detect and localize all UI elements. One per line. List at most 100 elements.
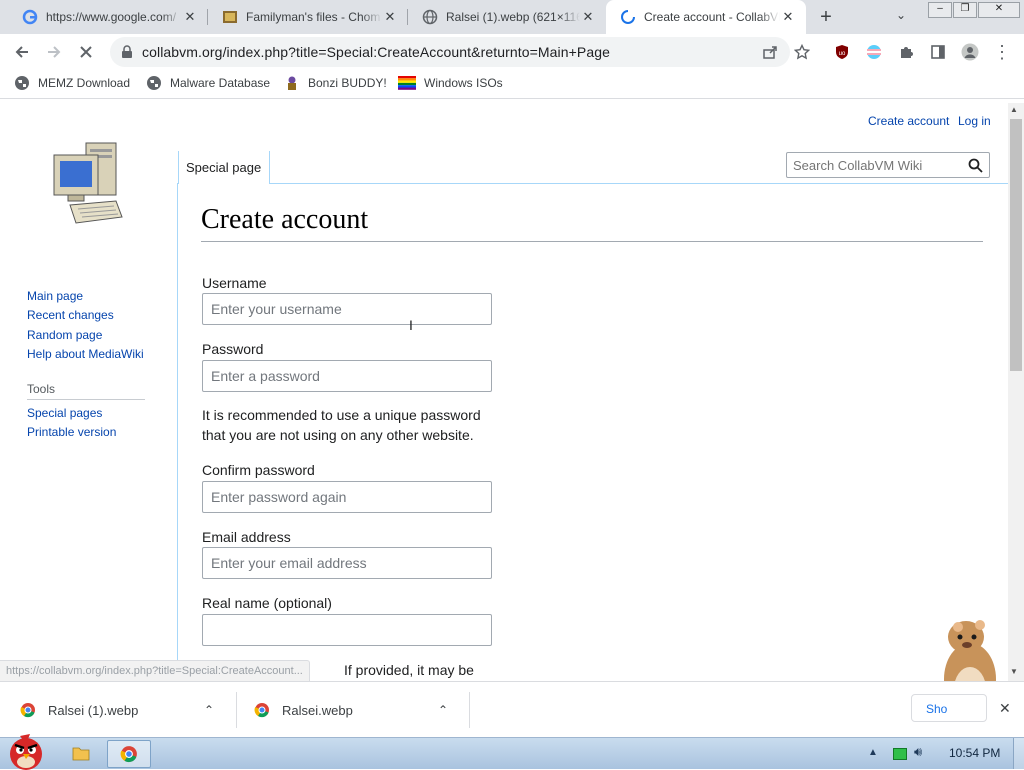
share-button[interactable] [754,34,786,70]
puzzle-icon [901,47,913,58]
extensions-button[interactable] [890,34,922,70]
address-bar[interactable]: collabvm.org/index.php?title=Special:Cre… [110,37,790,67]
forward-button[interactable] [38,34,70,70]
volume-icon[interactable]: 🔊︎ [914,744,922,760]
bookmark-bonzi[interactable]: Bonzi BUDDY! [284,75,387,91]
profile-button[interactable] [954,34,986,70]
tab-title: Create account - CollabVM [644,10,780,24]
download-item[interactable]: Ralsei.webp ⌃ [254,682,464,738]
bookmark-star-button[interactable] [786,34,818,70]
chevron-up-icon[interactable]: ⌃ [438,703,448,717]
stop-x-icon [80,46,92,58]
divider [469,692,470,728]
taskbar-explorer[interactable] [66,741,96,765]
tab-google[interactable]: https://www.google.com/ ✕ [8,0,208,34]
tab-special-page[interactable]: Special page [178,151,270,184]
minimize-button[interactable]: ‒ [928,2,952,18]
star-icon [794,44,810,60]
password-field[interactable] [202,360,492,392]
angry-bird-start-icon[interactable] [0,732,50,770]
restore-button[interactable]: ❐ [953,2,977,18]
clock[interactable]: 10:54 PM [949,746,1000,760]
wiki-logo-computer-icon[interactable] [50,141,124,225]
page-title: Create account [201,204,369,235]
password-help-line-2: that you are not using on any other webs… [202,427,474,443]
bookmark-windows-isos[interactable]: Windows ISOs [398,75,503,91]
link-status-bar: https://collabvm.org/index.php?title=Spe… [0,660,310,681]
close-icon[interactable]: ✕ [580,9,596,25]
globe-icon [422,9,438,25]
url-text: collabvm.org/index.php?title=Special:Cre… [142,44,611,60]
bookmark-memz[interactable]: MEMZ Download [14,75,130,91]
tab-familyman-files[interactable]: Familyman's files - Chom ✕ [208,0,408,34]
nav-help-mediawiki[interactable]: Help about MediaWiki [27,347,144,361]
download-item[interactable]: Ralsei (1).webp ⌃ [20,682,230,738]
bookmark-label: Bonzi BUDDY! [308,76,387,90]
loading-spinner-icon [621,10,635,24]
ublock-extension[interactable]: uo [826,34,858,70]
nav-main-page[interactable]: Main page [27,289,83,303]
search-icon[interactable] [968,158,983,173]
ublock-shield-icon: uo [836,45,848,59]
stop-loading-button[interactable] [70,34,102,70]
scroll-up-icon[interactable]: ▲ [1010,105,1018,114]
scrollbar-thumb[interactable] [1010,119,1022,371]
folder-image-icon [223,11,237,23]
menu-kebab-icon[interactable]: ⋮ [986,34,1018,70]
hamster-mascot-icon[interactable] [922,615,1008,681]
show-desktop-button[interactable] [1013,738,1024,769]
real-name-help: If provided, it may be [344,662,474,678]
tab-ralsei-webp[interactable]: Ralsei (1).webp (621×116 ✕ [408,0,606,34]
title-divider [201,241,983,242]
back-button[interactable] [6,34,38,70]
web-page: Main page Recent changes Random page Hel… [0,103,1008,681]
email-field[interactable] [202,547,492,579]
show-all-button[interactable]: Sho [911,694,987,722]
tab-strip: https://www.google.com/ ✕ Familyman's fi… [0,0,1024,34]
side-panel-button[interactable] [922,34,954,70]
email-label: Email address [202,529,291,545]
tools-heading: Tools [27,382,56,396]
close-icon[interactable]: ✕ [382,9,398,25]
chrome-icon [254,703,269,718]
browser-toolbar: collabvm.org/index.php?title=Special:Cre… [0,34,1024,70]
new-tab-button[interactable]: + [814,5,838,29]
close-downloads-icon[interactable]: ✕ [999,700,1011,717]
divider [27,399,145,400]
create-account-link[interactable]: Create account [868,114,949,128]
real-name-field[interactable] [202,614,492,646]
bookmark-malware-database[interactable]: Malware Database [146,75,270,91]
tab-title: Familyman's files - Chom [246,10,381,24]
tab-search-icon[interactable]: ⌄ [896,8,906,22]
scroll-down-icon[interactable]: ▼ [1010,667,1018,676]
username-field[interactable] [202,293,492,325]
nav-random-page[interactable]: Random page [27,328,102,342]
tab-title: https://www.google.com/ [46,10,177,24]
close-window-button[interactable]: ✕ [978,2,1020,18]
side-panel-icon [931,45,945,59]
network-icon[interactable] [893,748,907,760]
nav-printable-version[interactable]: Printable version [27,425,116,439]
tab-label: Special page [186,160,262,175]
divider [236,692,237,728]
real-name-label: Real name (optional) [202,595,332,611]
bookmark-label: MEMZ Download [38,76,131,90]
tray-overflow-icon[interactable]: ▲ [868,747,878,758]
downloads-bar: Ralsei (1).webp ⌃ Ralsei.webp ⌃ Sho ✕ [0,681,1024,738]
confirm-password-field[interactable] [202,481,492,513]
lock-icon [122,45,132,58]
tab-title: Ralsei (1).webp (621×116 [446,10,580,24]
nav-special-pages[interactable]: Special pages [27,406,102,420]
search-input[interactable] [787,153,969,177]
tab-create-account[interactable]: Create account - CollabVM ✕ [606,0,806,34]
close-icon[interactable]: ✕ [780,9,796,25]
log-in-link[interactable]: Log in [958,114,991,128]
bookmark-label: Windows ISOs [424,76,503,90]
taskbar-chrome[interactable] [107,740,151,768]
chevron-up-icon[interactable]: ⌃ [204,703,214,717]
nav-recent-changes[interactable]: Recent changes [27,308,114,322]
pride-extension[interactable] [858,34,890,70]
close-icon[interactable]: ✕ [182,9,198,25]
wiki-search-box[interactable] [786,152,990,178]
globe-icon [147,76,161,90]
